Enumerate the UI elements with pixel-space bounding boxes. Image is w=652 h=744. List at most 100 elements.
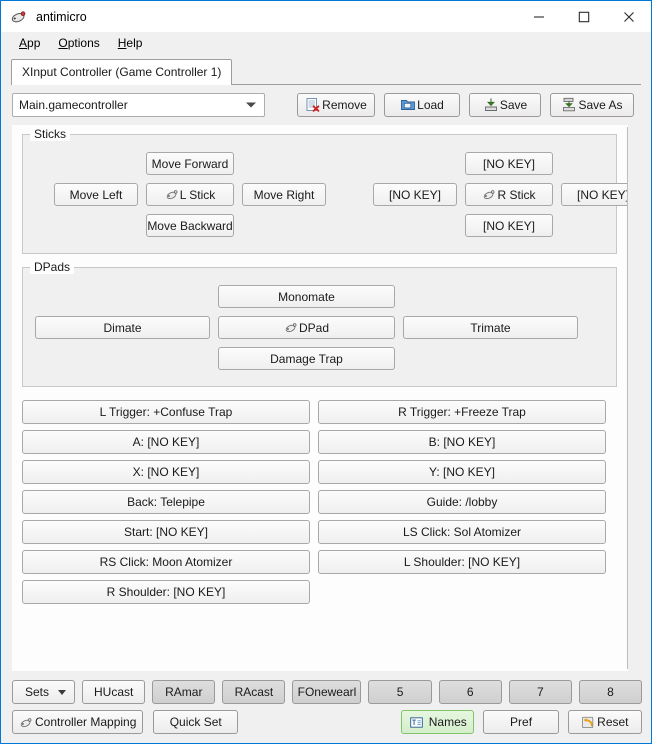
button-ls-click[interactable]: LS Click: Sol Atomizer — [318, 520, 606, 544]
minimize-icon[interactable] — [516, 1, 561, 32]
controller-mapping-label: Controller Mapping — [35, 715, 137, 729]
set-button-hucast[interactable]: HUcast — [82, 680, 146, 704]
text-label-icon — [409, 715, 424, 730]
button-rs-click[interactable]: RS Click: Moon Atomizer — [22, 550, 310, 574]
right-stick-right-button[interactable]: [NO KEY] — [561, 183, 627, 206]
set-button-5[interactable]: 5 — [368, 680, 432, 704]
window-controls — [516, 1, 651, 32]
dpads-group-title: DPads — [30, 260, 75, 274]
menu-options-rest: ptions — [67, 35, 100, 50]
tab-xinput-controller[interactable]: XInput Controller (Game Controller 1) — [11, 59, 233, 85]
profile-select-value: Main.gamecontroller — [19, 98, 128, 112]
dpad-center-label: DPad — [298, 320, 330, 335]
menu-app-rest: pp — [27, 35, 41, 50]
set-button-fonewearl[interactable]: FOnewearl — [292, 680, 362, 704]
set-button-6[interactable]: 6 — [438, 680, 502, 704]
dpad-cluster: Monomate Dimate DPad Trimate Damage Trap — [35, 282, 604, 372]
controller-buttons-list: L Trigger: +Confuse Trap R Trigger: +Fre… — [22, 400, 617, 604]
profile-toolbar: Main.gamecontroller Remove Load Save Sav… — [1, 86, 651, 125]
button-y[interactable]: Y: [NO KEY] — [318, 460, 606, 484]
button-start[interactable]: Start: [NO KEY] — [22, 520, 310, 544]
reset-button-label: Reset — [597, 715, 629, 729]
load-button[interactable]: Load — [384, 93, 460, 117]
button-guide[interactable]: Guide: /lobby — [318, 490, 606, 514]
set-button-racast[interactable]: RAcast — [222, 680, 286, 704]
button-r-shoulder[interactable]: R Shoulder: [NO KEY] — [22, 580, 310, 604]
dpad-right-button[interactable]: Trimate — [403, 316, 578, 339]
document-remove-icon — [305, 97, 321, 113]
menu-help-rest: elp — [126, 35, 143, 50]
menu-app[interactable]: App — [10, 34, 49, 52]
right-stick-center-button[interactable]: R Stick — [465, 183, 553, 206]
button-b[interactable]: B: [NO KEY] — [318, 430, 606, 454]
save-as-button-label: Save As — [578, 98, 623, 112]
names-button[interactable]: Names — [401, 710, 475, 734]
sets-menu-button[interactable]: Sets — [12, 680, 76, 704]
vertical-scrollbar[interactable] — [628, 125, 642, 671]
chevron-down-icon — [58, 689, 67, 695]
save-as-button[interactable]: Save As — [550, 93, 634, 117]
gamepad-icon — [165, 187, 180, 202]
window-title: antimicro — [36, 9, 87, 24]
bottom-toolbars: Sets HUcast RAmar RAcast FOnewearl 5 6 7… — [1, 671, 651, 743]
menu-help[interactable]: Help — [109, 34, 152, 52]
button-back[interactable]: Back: Telepipe — [22, 490, 310, 514]
button-a[interactable]: A: [NO KEY] — [22, 430, 310, 454]
gamepad-icon — [10, 8, 28, 26]
title-bar: antimicro — [1, 1, 651, 32]
remove-button-label: Remove — [322, 98, 367, 112]
left-stick-up-button[interactable]: Move Forward — [146, 152, 234, 175]
maximize-icon[interactable] — [561, 1, 606, 32]
left-stick-down-button[interactable]: Move Backward — [146, 214, 234, 237]
gamepad-icon — [284, 320, 299, 335]
folder-open-icon — [400, 97, 416, 113]
right-stick-down-button[interactable]: [NO KEY] — [465, 214, 553, 237]
pref-button[interactable]: Pref — [483, 710, 559, 734]
dpad-up-button[interactable]: Monomate — [218, 285, 395, 308]
menu-options[interactable]: Options — [49, 34, 108, 52]
button-r-trigger[interactable]: R Trigger: +Freeze Trap — [318, 400, 606, 424]
sticks-group: Sticks Move Forward Move Left L Stick Mo… — [22, 127, 627, 254]
sticks-group-title: Sticks — [30, 127, 71, 141]
left-stick-left-button[interactable]: Move Left — [54, 183, 138, 206]
set-button-7[interactable]: 7 — [508, 680, 572, 704]
save-button-label: Save — [499, 98, 528, 112]
sticks-wrapper: Move Forward Move Left L Stick Move Righ… — [35, 149, 627, 239]
quick-set-button[interactable]: Quick Set — [153, 710, 239, 734]
set-button-ramar[interactable]: RAmar — [152, 680, 216, 704]
sets-toolbar: Sets HUcast RAmar RAcast FOnewearl 5 6 7… — [12, 671, 642, 710]
tab-strip: XInput Controller (Game Controller 1) — [1, 53, 651, 86]
left-stick-right-button[interactable]: Move Right — [242, 183, 326, 206]
title-bar-left: antimicro — [1, 8, 516, 26]
save-download-icon — [483, 97, 499, 113]
set-button-8[interactable]: 8 — [578, 680, 642, 704]
profile-select[interactable]: Main.gamecontroller — [12, 93, 265, 117]
right-stick-left-button[interactable]: [NO KEY] — [373, 183, 457, 206]
close-icon[interactable] — [606, 1, 651, 32]
dpad-down-button[interactable]: Damage Trap — [218, 347, 395, 370]
button-l-shoulder[interactable]: L Shoulder: [NO KEY] — [318, 550, 606, 574]
left-stick-cluster: Move Forward Move Left L Stick Move Righ… — [54, 152, 326, 237]
load-button-label: Load — [417, 98, 444, 112]
save-button[interactable]: Save — [469, 93, 541, 117]
left-stick-center-button[interactable]: L Stick — [146, 183, 234, 206]
actions-toolbar: Controller Mapping Quick Set Names Pref — [12, 710, 642, 743]
controller-mapping-panel: Sticks Move Forward Move Left L Stick Mo… — [12, 125, 627, 671]
menu-options-mnemonic: O — [58, 35, 68, 50]
chevron-down-icon — [246, 102, 256, 108]
right-stick-up-button[interactable]: [NO KEY] — [465, 152, 553, 175]
names-button-label: Names — [428, 715, 467, 729]
undo-arrow-icon — [581, 715, 596, 730]
dpad-center-button[interactable]: DPad — [218, 316, 395, 339]
app-window: antimicro App Options Help XInput Contro… — [0, 0, 652, 744]
dpads-group: DPads Monomate Dimate DPad Trimate Damag… — [22, 260, 617, 387]
reset-button[interactable]: Reset — [567, 710, 642, 734]
gamepad-icon — [19, 715, 34, 730]
dpad-left-button[interactable]: Dimate — [35, 316, 210, 339]
menu-app-mnemonic: A — [19, 35, 28, 50]
button-x[interactable]: X: [NO KEY] — [22, 460, 310, 484]
gamepad-icon — [482, 187, 497, 202]
button-l-trigger[interactable]: L Trigger: +Confuse Trap — [22, 400, 310, 424]
controller-mapping-button[interactable]: Controller Mapping — [12, 710, 144, 734]
remove-button[interactable]: Remove — [297, 93, 375, 117]
